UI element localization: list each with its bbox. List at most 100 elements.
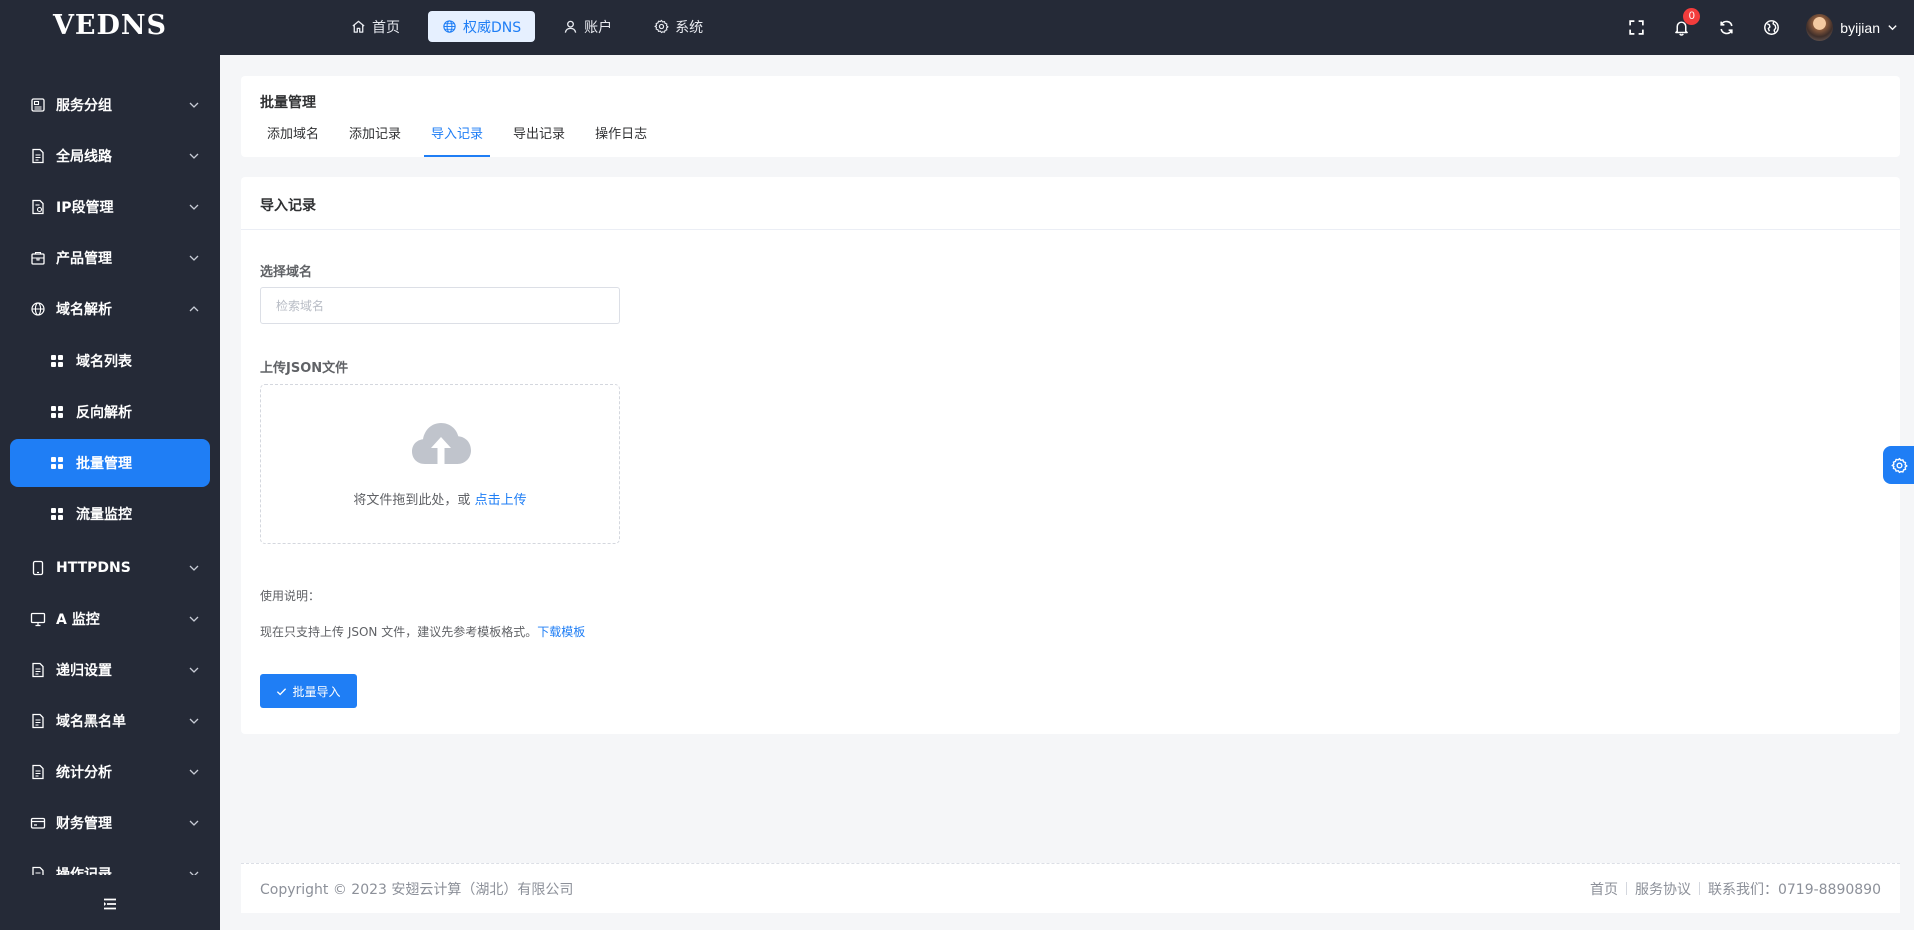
footer-links: 首页 服务协议 联系我们：0719-8890890: [1590, 879, 1881, 899]
sidebar: 服务分组 全局线路 IP段管理 产品管理 域名解析 域名列表 反向解析 批量管理…: [0, 55, 220, 930]
click-upload-link[interactable]: 点击上传: [475, 493, 527, 508]
section-header: 导入记录: [241, 177, 1900, 230]
gear-icon: [1891, 457, 1908, 473]
top-nav-home[interactable]: 首页: [337, 11, 414, 42]
chevron-down-icon: [189, 820, 199, 826]
tab-export-records[interactable]: 导出记录: [506, 120, 572, 157]
sidebar-item-label: 域名解析: [56, 302, 112, 318]
upload-json-label: 上传JSON文件: [260, 361, 349, 376]
footer-link-service-agreement[interactable]: 服务协议: [1635, 879, 1691, 899]
fullscreen-button[interactable]: [1614, 0, 1659, 55]
chevron-up-icon: [189, 306, 199, 312]
sidebar-item-recursion-settings[interactable]: 递归设置: [0, 646, 220, 694]
chevron-down-icon: [1888, 25, 1897, 31]
sidebar-subitem-label: 反向解析: [76, 405, 132, 421]
top-bar: VEDNS 首页 权威DNS 账户 系统 0 byijian: [0, 0, 1914, 55]
sidebar-item-operation-records[interactable]: 操作记录: [0, 850, 220, 875]
sidebar-item-label: 服务分组: [56, 98, 112, 114]
chevron-down-icon: [189, 255, 199, 261]
sidebar-item-finance[interactable]: 财务管理: [0, 799, 220, 847]
domain-select-label: 选择域名: [260, 265, 313, 280]
sidebar-item-products[interactable]: 产品管理: [0, 234, 220, 282]
world-icon: [1764, 20, 1780, 35]
package-icon: [30, 250, 46, 266]
sidebar-subitem-traffic-monitor[interactable]: 流量监控: [10, 490, 210, 538]
wallet-icon: [30, 815, 46, 831]
tablet-icon: [30, 560, 46, 576]
tab-add-record[interactable]: 添加记录: [342, 120, 408, 157]
tab-add-domain[interactable]: 添加域名: [260, 120, 326, 157]
sidebar-item-label: 域名黑名单: [56, 714, 126, 730]
document-icon: [30, 866, 46, 875]
tab-import-records[interactable]: 导入记录: [424, 120, 491, 157]
footer-link-contact[interactable]: 联系我们：0719-8890890: [1708, 879, 1881, 899]
sidebar-item-domain-blacklist[interactable]: 域名黑名单: [0, 697, 220, 745]
usage-text: 现在只支持上传 JSON 文件，建议先参考模板格式。: [260, 625, 538, 639]
sidebar-item-a-monitor[interactable]: A 监控: [0, 595, 220, 643]
top-nav-authoritative-dns[interactable]: 权威DNS: [428, 11, 536, 42]
sidebar-item-httpdns[interactable]: HTTPDNS: [0, 544, 220, 592]
document-icon: [30, 764, 46, 780]
monitor-icon: [30, 611, 46, 627]
batch-management-header: 批量管理 添加域名 添加记录 导入记录 导出记录 操作日志: [241, 76, 1900, 157]
sidebar-item-label: IP段管理: [56, 200, 114, 216]
sidebar-subitem-label: 批量管理: [76, 456, 132, 472]
top-nav-account[interactable]: 账户: [549, 11, 626, 42]
avatar: [1806, 14, 1834, 41]
sidebar-item-service-group[interactable]: 服务分组: [0, 81, 220, 129]
server-group-icon: [30, 97, 46, 113]
upload-dropzone[interactable]: 将文件拖到此处，或 点击上传: [260, 384, 620, 544]
tab-operation-log[interactable]: 操作日志: [588, 120, 654, 157]
notification-badge: 0: [1683, 8, 1701, 25]
sidebar-subitem-reverse-resolution[interactable]: 反向解析: [10, 388, 210, 436]
brand-logo[interactable]: VEDNS: [0, 0, 220, 55]
footer-divider: [1625, 882, 1627, 895]
upload-hint-text: 将文件拖到此处，或: [353, 493, 471, 508]
chevron-down-icon: [189, 871, 199, 875]
sidebar-item-label: 操作记录: [56, 867, 112, 875]
notifications-button[interactable]: 0: [1659, 0, 1704, 55]
download-template-link[interactable]: 下载模板: [537, 625, 585, 639]
sidebar-collapse-button[interactable]: [0, 878, 220, 930]
footer-link-home[interactable]: 首页: [1590, 879, 1618, 899]
import-records-card: 导入记录 选择域名 上传JSON文件 将文件拖到此处，或 点击上传 使用说明： …: [241, 177, 1900, 734]
chevron-down-icon: [189, 667, 199, 673]
sidebar-item-global-lines[interactable]: 全局线路: [0, 132, 220, 180]
sidebar-item-label: A 监控: [56, 612, 100, 628]
header-actions: 0 byijian: [1614, 0, 1914, 55]
floating-settings-button[interactable]: [1883, 446, 1914, 484]
top-nav-system[interactable]: 系统: [640, 11, 717, 42]
sidebar-subitem-batch-management[interactable]: 批量管理: [10, 439, 210, 487]
sidebar-item-statistics[interactable]: 统计分析: [0, 748, 220, 796]
ip-document-icon: [30, 199, 46, 215]
sidebar-subitem-domain-list[interactable]: 域名列表: [10, 337, 210, 385]
sidebar-menu: 服务分组 全局线路 IP段管理 产品管理 域名解析 域名列表 反向解析 批量管理…: [0, 55, 220, 875]
domain-search-input[interactable]: [260, 287, 620, 324]
home-icon: [352, 20, 365, 33]
check-icon: [277, 687, 287, 695]
refresh-button[interactable]: [1704, 0, 1749, 55]
batch-tabs: 添加域名 添加记录 导入记录 导出记录 操作日志: [260, 120, 670, 157]
menu-fold-icon: [104, 898, 116, 910]
user-menu[interactable]: byijian: [1794, 0, 1914, 55]
cloud-upload-icon: [412, 423, 471, 464]
user-icon: [564, 20, 577, 33]
chevron-down-icon: [189, 769, 199, 775]
sidebar-item-domain-resolution[interactable]: 域名解析: [0, 285, 220, 333]
settings-icon: [654, 19, 669, 34]
globe-icon: [443, 20, 456, 33]
batch-import-button[interactable]: 批量导入: [260, 674, 357, 708]
language-button[interactable]: [1749, 0, 1794, 55]
usage-description: 现在只支持上传 JSON 文件，建议先参考模板格式。下载模板: [260, 623, 585, 640]
sidebar-item-ip-range[interactable]: IP段管理: [0, 183, 220, 231]
grid-icon: [51, 406, 63, 418]
sidebar-subitem-label: 域名列表: [76, 354, 132, 370]
sidebar-subitem-label: 流量监控: [76, 507, 132, 523]
grid-icon: [51, 355, 63, 367]
sidebar-item-label: 全局线路: [56, 149, 112, 165]
footer: Copyright © 2023 安翅云计算（湖北）有限公司 首页 服务协议 联…: [241, 863, 1900, 913]
grid-icon: [51, 457, 63, 469]
chevron-down-icon: [189, 102, 199, 108]
grid-icon: [51, 508, 63, 520]
globe-icon: [30, 301, 46, 317]
